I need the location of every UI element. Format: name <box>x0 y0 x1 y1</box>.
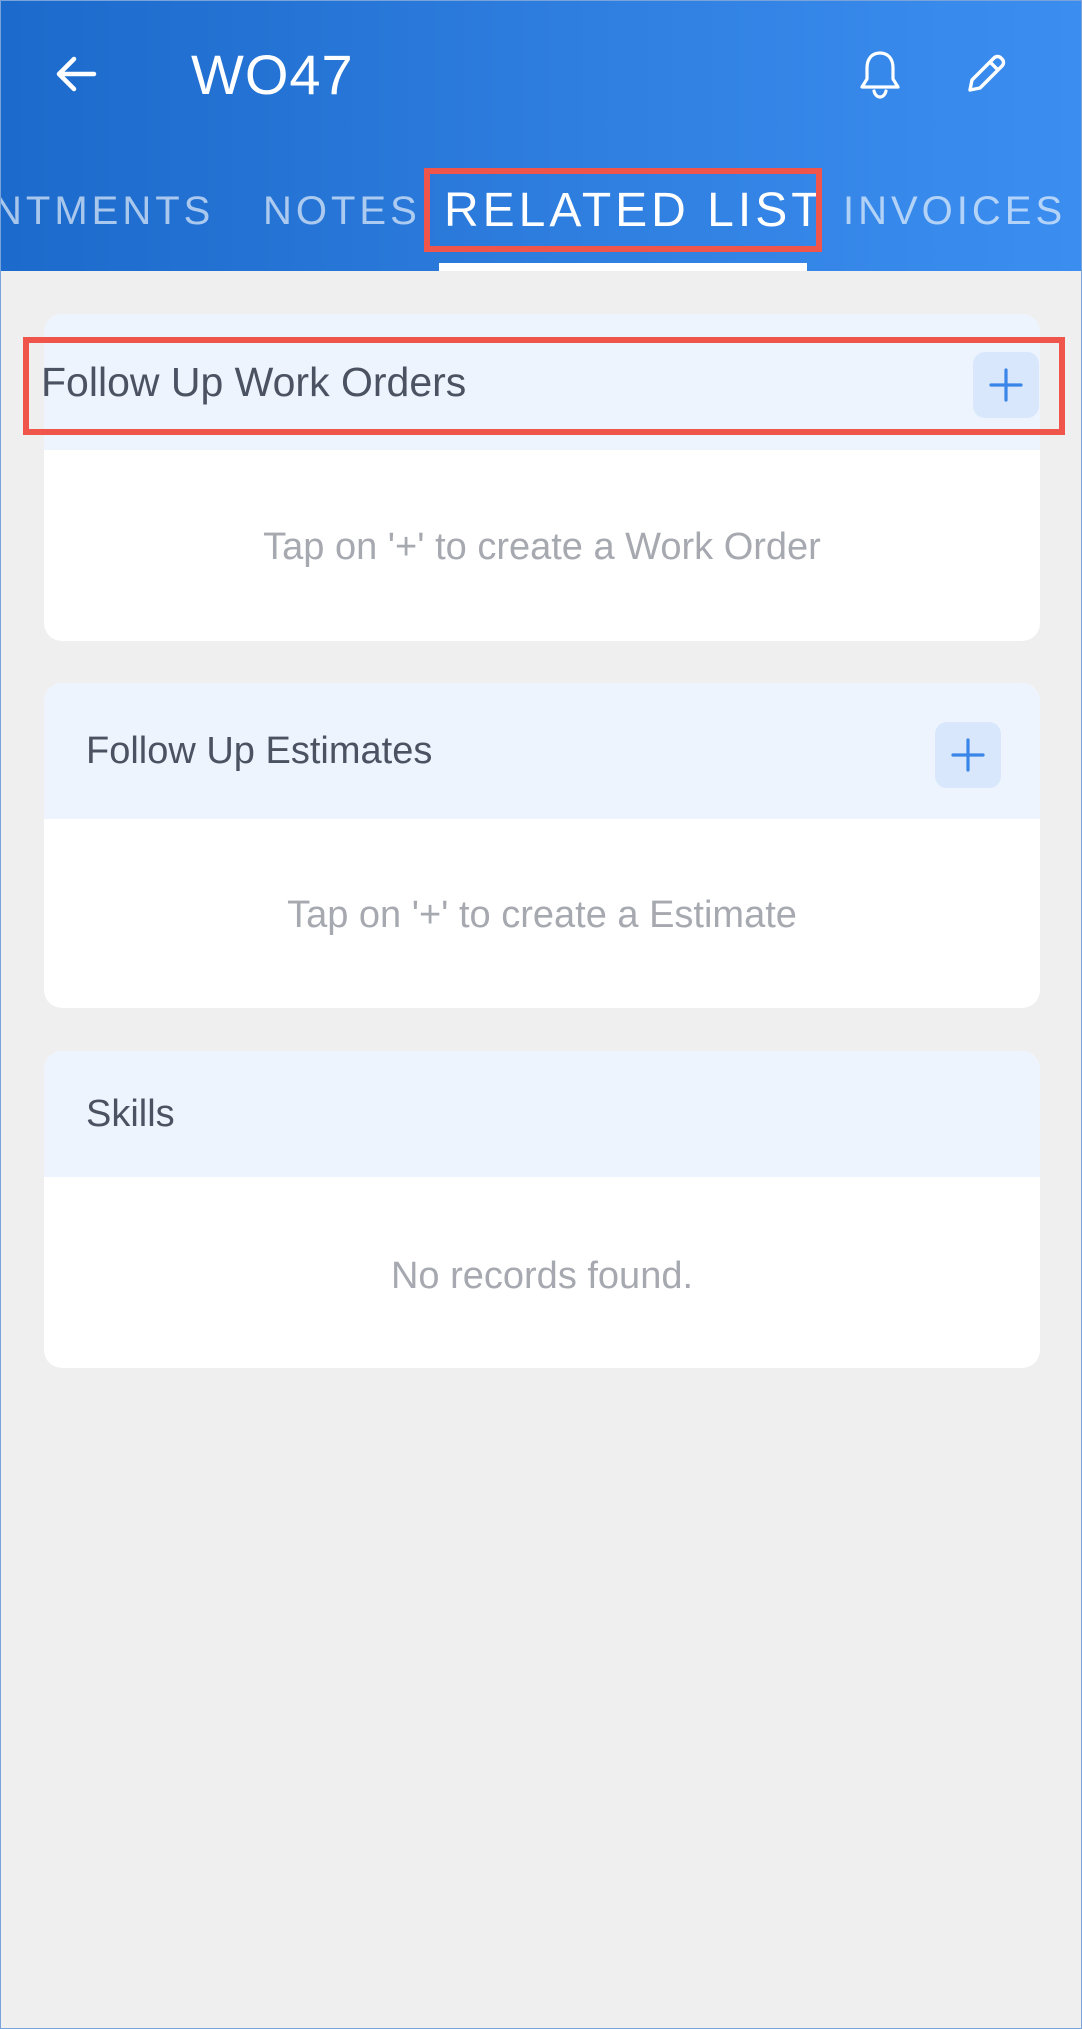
plus-icon <box>989 368 1023 402</box>
arrow-left-icon <box>56 56 97 92</box>
active-tab-indicator <box>439 263 807 271</box>
empty-state-message: No records found. <box>390 1255 694 1297</box>
empty-state-message: Tap on '+' to create a Work Order <box>263 526 821 568</box>
tab-invoices[interactable]: INVOICES <box>843 161 1066 261</box>
section-header: Skills <box>44 1051 1040 1177</box>
section-header: Follow Up Estimates <box>44 683 1040 819</box>
bell-icon <box>860 51 900 99</box>
follow-up-work-orders-section: Follow Up Work Orders Tap on '+' to crea… <box>44 314 1040 641</box>
notifications-button[interactable] <box>847 41 913 107</box>
toolbar: WO47 <box>1 1 1081 151</box>
section-title: Skills <box>86 1093 175 1135</box>
follow-up-estimates-section: Follow Up Estimates Tap on '+' to create… <box>44 683 1040 1008</box>
add-work-order-button[interactable] <box>973 352 1039 418</box>
page-title: WO47 <box>191 43 354 106</box>
tab-notes[interactable]: NOTES <box>263 161 421 261</box>
tab-appointments[interactable]: NTMENTS <box>1 161 214 261</box>
skills-section: Skills No records found. <box>44 1051 1040 1368</box>
tab-bar: NTMENTS NOTES RELATED LIST INVOICES <box>1 161 1081 271</box>
section-title: Follow Up Work Orders <box>44 359 467 405</box>
pencil-icon <box>968 54 1006 92</box>
add-estimate-button[interactable] <box>935 722 1001 788</box>
app-screen: WO47 NTMENTS NOTES RELATED LIST INVOICES <box>0 0 1082 2029</box>
edit-button[interactable] <box>953 41 1019 107</box>
app-header: WO47 NTMENTS NOTES RELATED LIST INVOICES <box>1 1 1081 271</box>
back-button[interactable] <box>43 41 109 107</box>
empty-state-message: Tap on '+' to create a Estimate <box>287 894 797 936</box>
plus-icon <box>951 738 985 772</box>
section-header: Follow Up Work Orders <box>44 314 1040 450</box>
section-title: Follow Up Estimates <box>86 730 433 772</box>
tab-related-list[interactable]: RELATED LIST <box>444 161 825 261</box>
